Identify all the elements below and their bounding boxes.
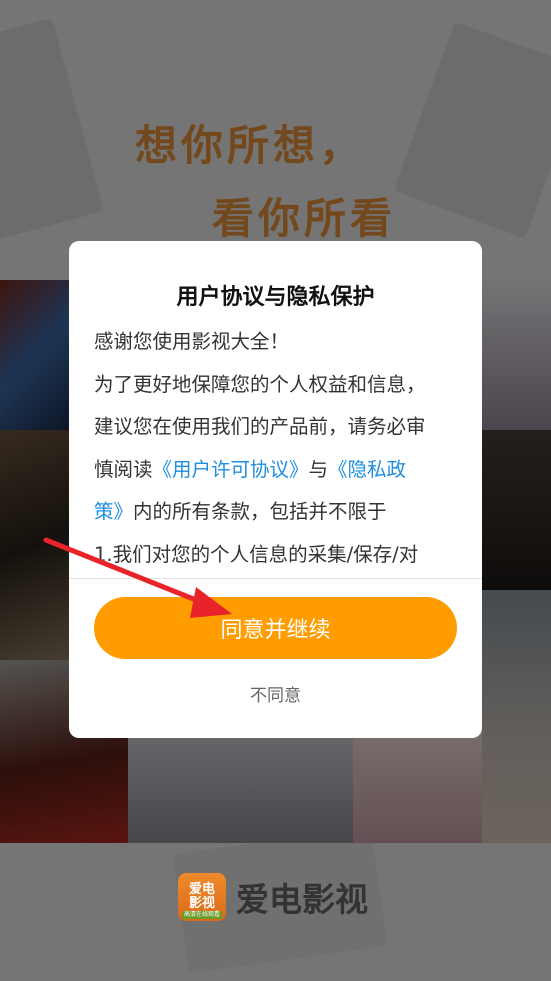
body-line: 1.我们对您的个人信息的采集/保存/对 [94,542,419,566]
dialog-title: 用户协议与隐私保护 [176,285,375,310]
body-text: 慎阅读 [94,457,153,481]
disagree-button[interactable]: 不同意 [69,681,482,706]
divider [69,578,482,579]
agree-continue-button[interactable]: 同意并继续 [94,597,457,659]
app-name: 爱电影视 [236,880,368,919]
logo-text-bottom: 影视 [188,896,215,911]
body-line: 感谢您使用影视大全！ [94,330,290,353]
body-text: 内的所有条款，包括并不限于 [133,500,387,523]
body-text: 与 [308,457,329,481]
body-line: 为了更好地保障您的个人权益和信息， [94,372,426,396]
body-line: 慎阅读《用户许可协议》与《隐私政 [94,449,462,492]
body-line: 建议您在使用我们的产品前，请务必审 [94,415,426,438]
logo-tag: 高清在线观看 [182,911,222,919]
app-screen: 想你所想， 看你所看 爱电 影视 高清在线观看 爱电影视 用户协议与隐私保护 感… [0,0,551,981]
brand-footer: 爱电 影视 高清在线观看 爱电影视 [178,873,368,921]
dialog-body[interactable]: 感谢您使用影视大全！ 为了更好地保障您的个人权益和信息， 建议您在使用我们的产品… [94,321,462,575]
privacy-dialog: 用户协议与隐私保护 感谢您使用影视大全！ 为了更好地保障您的个人权益和信息， 建… [69,241,482,738]
user-agreement-link[interactable]: 《用户许可协议》 [153,458,309,481]
privacy-policy-link[interactable]: 策》 [94,500,133,523]
app-logo: 爱电 影视 高清在线观看 [178,873,226,921]
body-line: 策》内的所有条款，包括并不限于 [94,491,462,534]
logo-text-top: 爱电 [188,882,215,897]
privacy-policy-link[interactable]: 《隐私政 [328,458,406,481]
